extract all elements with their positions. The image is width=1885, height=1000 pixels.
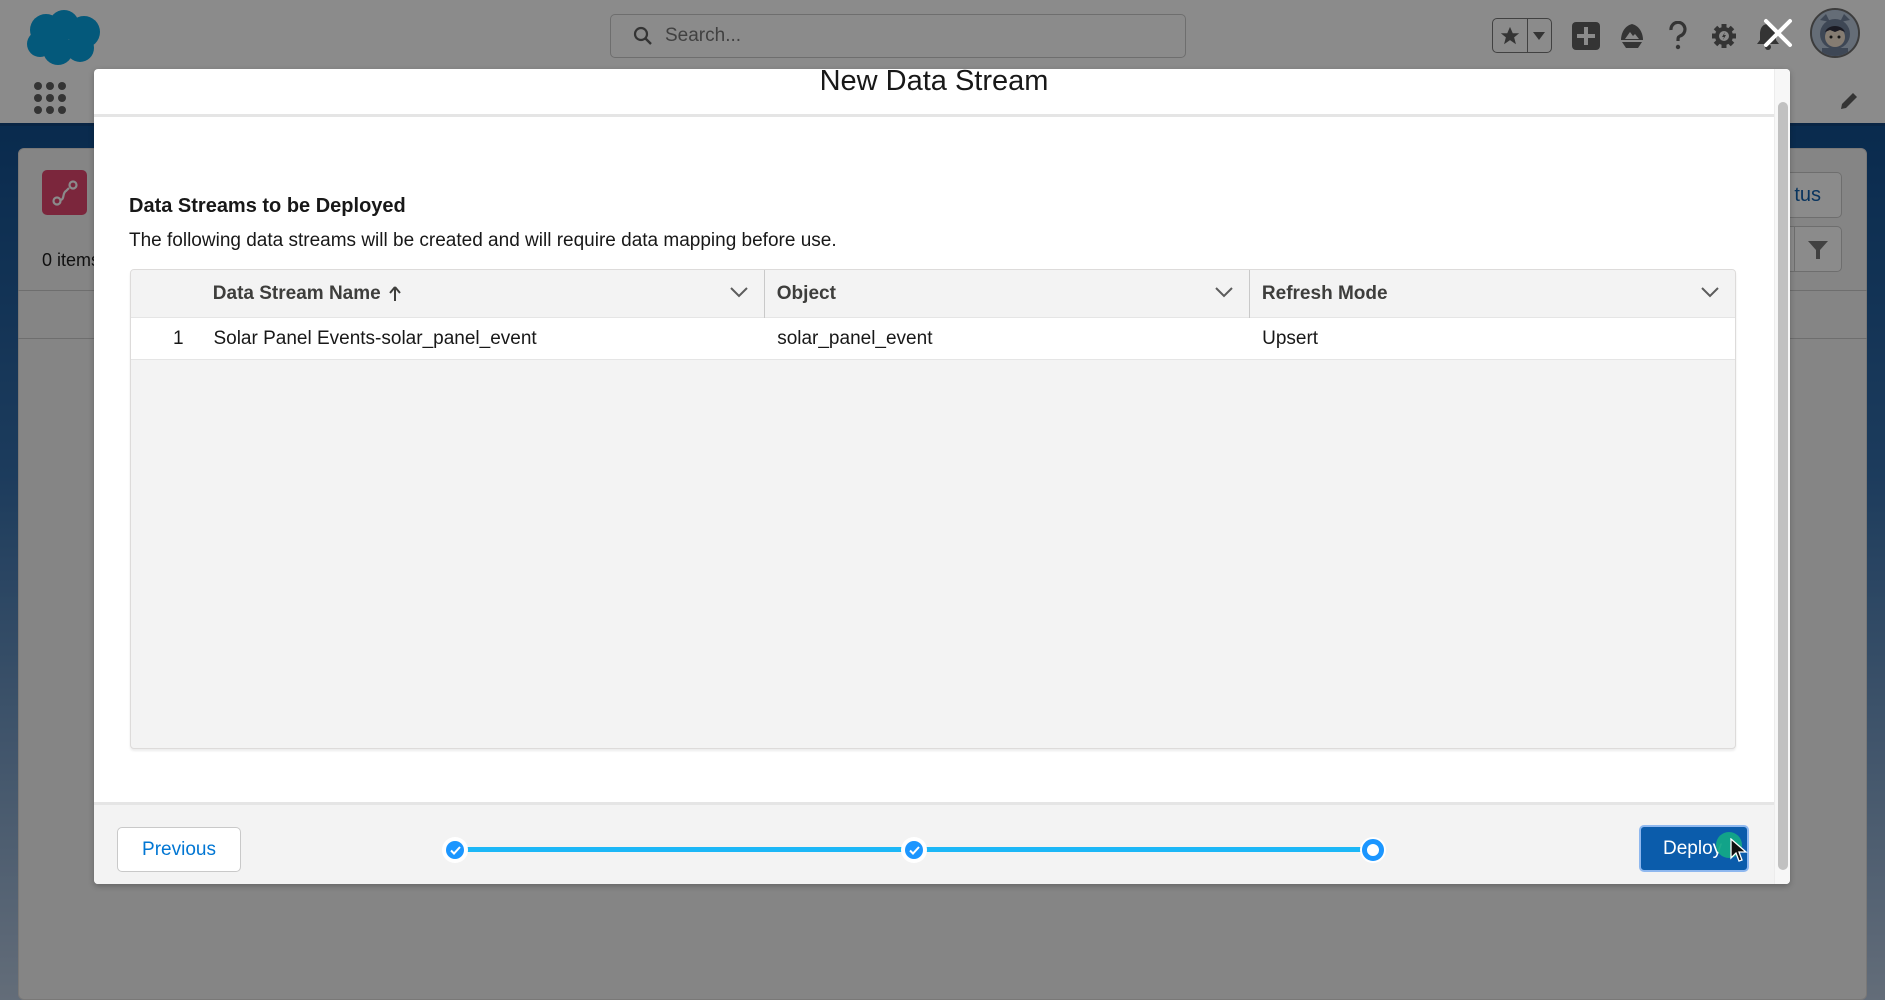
sort-ascending-arrow-icon [388, 286, 401, 301]
wizard-progress-indicator [442, 835, 1386, 865]
column-header-refresh-mode[interactable]: Refresh Mode [1250, 270, 1735, 318]
row-number: 1 [172, 327, 184, 349]
row-number-header [131, 270, 211, 318]
checkmark-icon [449, 845, 461, 855]
column-actions-chevron-down-icon[interactable] [1701, 286, 1719, 298]
progress-step-3-current[interactable] [1360, 837, 1386, 863]
progress-step-2-completed[interactable] [901, 837, 927, 863]
cell-refresh-mode: Upsert [1262, 327, 1319, 349]
previous-button[interactable]: Previous [117, 827, 241, 872]
modal-scrollbar[interactable] [1774, 69, 1790, 884]
column-actions-chevron-down-icon[interactable] [1215, 286, 1233, 298]
new-data-stream-modal: New Data Stream Data Streams to be Deplo… [94, 69, 1790, 884]
scrollbar-thumb[interactable] [1778, 102, 1788, 870]
column-label: Data Stream Name [212, 283, 381, 304]
mouse-cursor-icon [1730, 838, 1748, 862]
column-header-object[interactable]: Object [765, 270, 1250, 318]
data-streams-table: Data Stream Name Object Refresh Mode 1 S… [130, 269, 1736, 749]
section-description: The following data streams will be creat… [129, 230, 837, 251]
close-modal-icon[interactable] [1760, 15, 1796, 51]
modal-title: New Data Stream [819, 69, 1049, 97]
column-label: Refresh Mode [1261, 283, 1388, 304]
modal-footer: Previous Deploy [94, 802, 1774, 884]
checkmark-icon [908, 845, 920, 855]
progress-step-1-completed[interactable] [442, 837, 468, 863]
column-label: Object [776, 283, 836, 304]
cell-object: solar_panel_event [777, 327, 933, 349]
column-header-data-stream-name[interactable]: Data Stream Name [211, 270, 765, 318]
table-row[interactable]: 1 Solar Panel Events-solar_panel_event s… [131, 318, 1735, 360]
table-header: Data Stream Name Object Refresh Mode [131, 270, 1735, 318]
column-actions-chevron-down-icon[interactable] [730, 286, 748, 298]
cell-data-stream-name: Solar Panel Events-solar_panel_event [213, 327, 537, 349]
current-step-ring-icon [1362, 839, 1384, 861]
section-title: Data Streams to be Deployed [129, 195, 406, 217]
modal-header: New Data Stream [94, 69, 1774, 117]
